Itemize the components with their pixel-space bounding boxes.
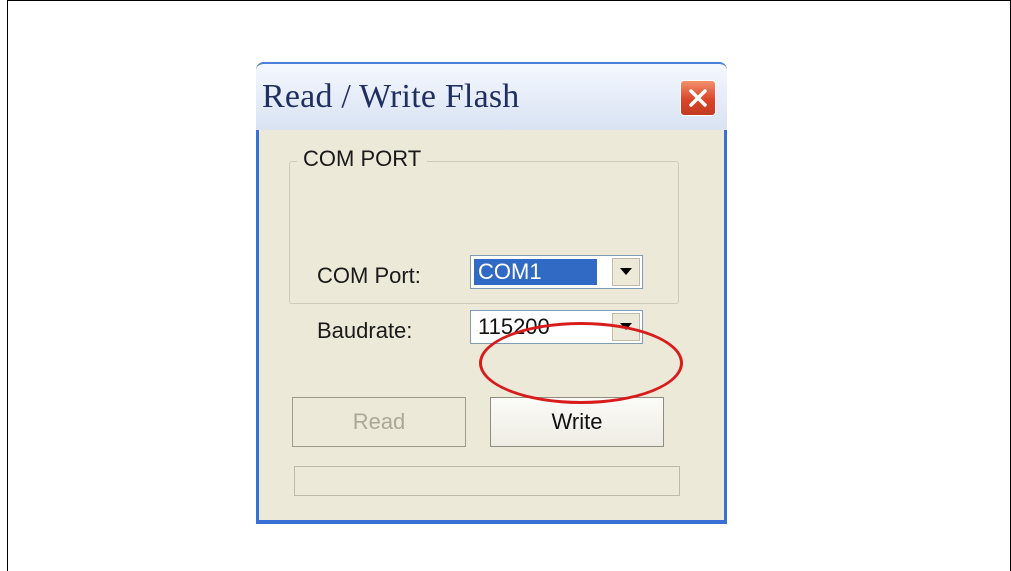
read-button[interactable]: Read [292,397,466,447]
com-port-group-title: COM PORT [297,146,428,172]
progress-bar [294,466,680,496]
window-title: Read / Write Flash [262,78,520,115]
title-bar[interactable]: Read / Write Flash [256,62,727,130]
read-write-flash-dialog: Read / Write Flash COM PORT COM Port: CO… [256,62,727,524]
write-button[interactable]: Write [490,397,664,447]
baudrate-label: Baudrate: [317,318,413,343]
chevron-down-icon [620,268,632,275]
close-icon [689,89,707,107]
close-button[interactable] [680,80,716,116]
com-port-select[interactable]: COM1 [470,255,643,289]
com-port-value: COM1 [474,259,597,285]
dialog-client-area: COM PORT COM Port: COM1 Baudrate: 115200… [259,130,724,520]
com-port-dropdown-button[interactable] [612,258,640,286]
write-button-highlight-circle [479,322,683,404]
com-port-label: COM Port: [317,263,421,288]
